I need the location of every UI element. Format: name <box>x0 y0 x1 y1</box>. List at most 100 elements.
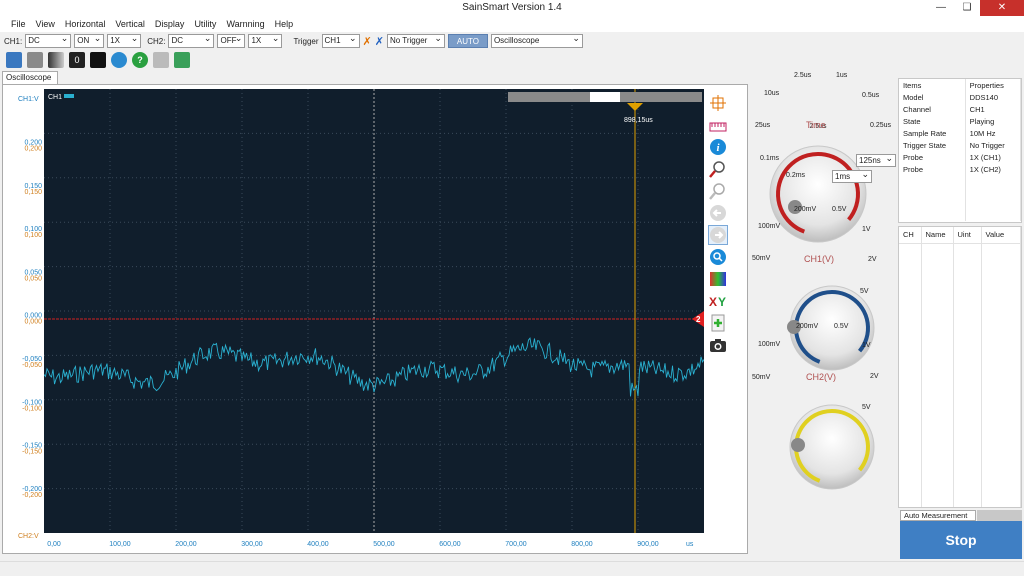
ch1-scale-label: 50mV <box>752 255 771 262</box>
back-icon[interactable] <box>708 203 728 223</box>
tab-oscilloscope[interactable]: Oscilloscope <box>2 71 58 84</box>
ch2-knob[interactable] <box>789 404 875 490</box>
measurement-header-value: Value <box>981 227 1021 244</box>
svg-text:X: X <box>709 295 717 309</box>
ch2-label: CH2: <box>147 36 166 46</box>
print-icon[interactable] <box>27 52 43 68</box>
y-tick-ch2: 0,150 <box>24 189 42 196</box>
tab-secondary[interactable] <box>977 510 1022 521</box>
oscilloscope-screen[interactable]: 2 898,15us CH1 <box>43 89 705 533</box>
magnify-icon[interactable] <box>708 247 728 267</box>
menu-horizontal[interactable]: Horizontal <box>60 16 111 32</box>
ch1-color-swatch <box>64 94 74 98</box>
counter-icon[interactable]: 0 <box>69 52 85 68</box>
property-name: State <box>899 115 966 127</box>
y-tick-ch2: -0,100 <box>22 405 42 412</box>
ch2-coupling-select[interactable]: DC <box>168 32 215 48</box>
menu-utility[interactable]: Utility <box>189 16 221 32</box>
trigger-edge-rise-icon[interactable]: ✗ <box>363 35 372 48</box>
menu-bar: File View Horizontal Vertical Display Ut… <box>0 16 1024 32</box>
table-icon[interactable] <box>153 52 169 68</box>
auto-button[interactable]: AUTO <box>447 34 488 48</box>
forward-icon[interactable] <box>708 225 728 245</box>
ch1-coupling-select[interactable]: DC <box>25 32 72 48</box>
info-icon[interactable]: i <box>708 137 728 157</box>
measurement-header-name: Name <box>921 227 954 244</box>
help-icon[interactable]: ? <box>132 52 148 68</box>
camera-icon[interactable] <box>708 335 728 355</box>
knob-panel: 2.5us 2.5us 1us 0.5us 0.25us 0.1ms 0.2ms… <box>752 70 898 540</box>
view-mode-select[interactable]: Oscilloscope <box>490 32 583 48</box>
time-fine-select[interactable]: 125ns <box>856 152 896 167</box>
property-value: CH1 <box>965 103 1022 115</box>
ch2-scale-label: 200mV <box>796 323 819 330</box>
trigger-source-select[interactable]: CH1 <box>321 32 360 48</box>
ch2-probe-select[interactable]: 1X <box>248 32 283 48</box>
status-bar <box>0 561 1024 576</box>
ch1-state-select[interactable]: ON <box>74 32 105 48</box>
ch2-scale-label: 50mV <box>752 374 771 381</box>
time-base-select[interactable]: 1ms <box>832 168 872 183</box>
ch1-scale-label: 100mV <box>758 223 781 230</box>
x-tick: 600,00 <box>439 541 461 548</box>
trigger-mode-select[interactable]: No Trigger <box>386 32 445 48</box>
property-name: Probe <box>899 163 966 175</box>
menu-vertical[interactable]: Vertical <box>110 16 150 32</box>
gradient-icon[interactable] <box>48 52 64 68</box>
ch2-knob-dot <box>791 438 805 452</box>
menu-display[interactable]: Display <box>150 16 190 32</box>
ch2-level-marker[interactable]: 2 <box>692 311 704 327</box>
menu-view[interactable]: View <box>31 16 60 32</box>
property-value: 1X (CH1) <box>965 151 1022 163</box>
ch2-scale-label: 2V <box>870 373 879 380</box>
properties-table: Items Properties Model DDS140 Channel CH1 … <box>899 79 1022 221</box>
minimize-icon[interactable]: — <box>928 0 954 16</box>
maximize-icon[interactable]: ❑ <box>954 0 980 16</box>
ch1-unit-label: CH1:V <box>18 96 39 103</box>
svg-text:Y: Y <box>718 295 726 309</box>
y-tick-ch2: -0,050 <box>22 362 42 369</box>
grid-icon[interactable] <box>174 52 190 68</box>
ch2-scale-label: 1V <box>862 342 871 349</box>
ch2-state-select[interactable]: OFF <box>217 32 246 48</box>
measurement-table: CH Name Uint Value <box>899 227 1021 507</box>
properties-header-items: Items <box>899 79 966 91</box>
knob-svg: 2.5us <box>769 123 875 490</box>
record-icon[interactable] <box>90 52 106 68</box>
trigger-edge-fall-icon[interactable]: ✗ <box>375 35 384 48</box>
ch2-scale-label: 100mV <box>758 341 781 348</box>
move-icon[interactable] <box>708 93 728 113</box>
side-toolbar: i XY <box>706 92 730 357</box>
time-scale-label: 2.5us <box>794 72 812 79</box>
color-palette-icon[interactable] <box>708 269 728 289</box>
menu-warning[interactable]: Warnning <box>221 16 269 32</box>
stop-button[interactable]: Stop <box>900 521 1022 559</box>
overview-window[interactable] <box>590 92 620 102</box>
tab-auto-measurement[interactable]: Auto Measurement <box>900 510 976 521</box>
table-row: Trigger State No Trigger <box>899 139 1022 151</box>
time-scale-label: 0.2ms <box>786 172 806 179</box>
zoom-out-icon[interactable] <box>708 181 728 201</box>
menu-file[interactable]: File <box>6 16 31 32</box>
xy-mode-icon[interactable]: XY <box>708 291 728 311</box>
menu-help[interactable]: Help <box>270 16 299 32</box>
ruler-icon[interactable] <box>708 115 728 135</box>
table-row: Sample Rate 10M Hz <box>899 127 1022 139</box>
properties-header-properties: Properties <box>965 79 1022 91</box>
cursor-handle[interactable] <box>627 103 643 111</box>
measurement-header: CH Name Uint Value <box>899 227 1021 244</box>
ch2-scale-label: 5V <box>862 404 871 411</box>
property-name: Channel <box>899 103 966 115</box>
save-icon[interactable] <box>6 52 22 68</box>
property-name: Trigger State <box>899 139 966 151</box>
ch1-probe-select[interactable]: 1X <box>107 32 142 48</box>
ch2-knob-label: CH2(V) <box>806 372 837 382</box>
x-tick: 200,00 <box>175 541 197 548</box>
add-file-icon[interactable] <box>708 313 728 333</box>
property-name: Model <box>899 91 966 103</box>
y-tick-ch2: -0,200 <box>22 492 42 499</box>
x-tick: 300,00 <box>241 541 263 548</box>
refresh-icon[interactable] <box>111 52 127 68</box>
close-icon[interactable]: ✕ <box>980 0 1024 16</box>
zoom-in-icon[interactable] <box>708 159 728 179</box>
